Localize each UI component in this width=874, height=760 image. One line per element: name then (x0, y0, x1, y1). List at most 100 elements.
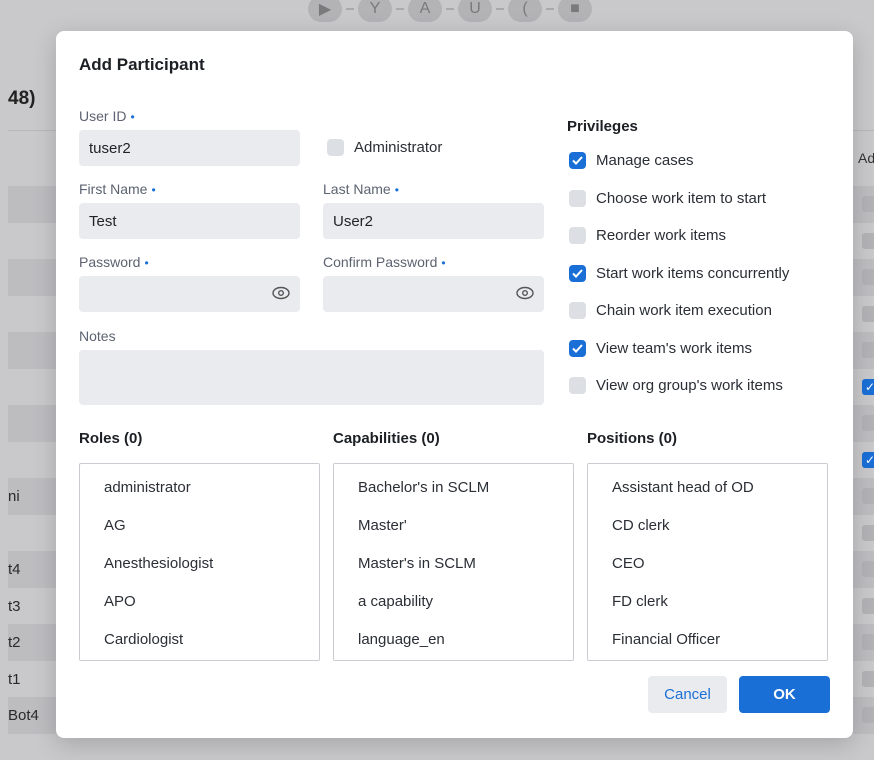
toolbar-connector (396, 8, 404, 10)
list-item[interactable]: language_en (334, 621, 573, 659)
required-marker: • (441, 256, 446, 270)
admin-checkbox (862, 196, 874, 212)
row-name: t4 (8, 561, 21, 578)
admin-checkbox (862, 305, 874, 322)
atomic-icon: A (408, 0, 442, 22)
capabilities-list[interactable]: Bachelor's in SCLM Master' Master's in SCL… (333, 463, 574, 661)
row-name: t1 (8, 670, 21, 688)
dialog-title: Add Participant (79, 55, 205, 74)
show-confirm-password-eye-icon[interactable] (516, 286, 534, 300)
participants-count: 48) (8, 88, 36, 109)
stop-icon: ■ (558, 0, 592, 22)
loop-icon: ( (508, 0, 542, 22)
first-name-field[interactable]: Test (79, 203, 300, 239)
admin-checkbox (862, 597, 874, 614)
composite-icon: U (458, 0, 492, 22)
required-marker: • (394, 183, 399, 197)
privilege-label: View team's work items (596, 339, 752, 357)
checkbox-box[interactable] (327, 139, 344, 156)
roles-list[interactable]: administrator AG Anesthesiologist APO Cardio… (79, 463, 320, 661)
roles-title: Roles (0) (79, 430, 143, 447)
list-item[interactable]: FD clerk (588, 583, 827, 621)
list-item[interactable]: APO (80, 583, 319, 621)
admin-checkbox (862, 707, 874, 723)
positions-list[interactable]: Assistant head of OD CD clerk CEO FD clerk F… (587, 463, 828, 661)
ok-button[interactable]: OK (739, 676, 830, 713)
toolbar-connector (446, 8, 454, 10)
notes-field[interactable] (79, 350, 544, 405)
fork-icon: Y (358, 0, 392, 22)
administrator-checkbox[interactable]: Administrator (327, 139, 442, 156)
list-item[interactable]: AG (80, 507, 319, 545)
row-name: ni (8, 488, 20, 505)
confirm-password-label: Confirm Password • (323, 254, 446, 270)
administrator-label: Administrator (354, 139, 443, 156)
play-icon: ▶ (308, 0, 342, 22)
user-id-field[interactable]: tuser2 (79, 130, 300, 166)
add-participant-dialog: Add Participant User ID • tuser2 Administ… (56, 31, 853, 738)
user-id-label: User ID • (79, 108, 135, 124)
privilege-checkbox[interactable]: Choose work item to start (569, 189, 767, 207)
admin-checkbox (862, 488, 874, 504)
admin-checkbox (862, 415, 874, 431)
required-marker: • (151, 183, 156, 197)
confirm-password-field[interactable] (323, 276, 544, 312)
list-item[interactable]: Cardiologist (80, 621, 319, 659)
checkbox-box[interactable] (569, 189, 586, 207)
list-item[interactable]: administrator (80, 469, 319, 507)
required-marker: • (144, 256, 149, 270)
list-item[interactable]: a capability (334, 583, 573, 621)
admin-checkbox (862, 561, 874, 577)
admin-checkbox (862, 232, 874, 249)
list-item[interactable]: Master' (334, 507, 573, 545)
admin-column-header: Adr (858, 150, 874, 166)
privilege-checkbox[interactable]: View team's work items (569, 339, 752, 357)
checkbox-box[interactable] (569, 339, 586, 357)
cancel-button[interactable]: Cancel (648, 676, 727, 713)
admin-checkbox (862, 342, 874, 358)
admin-checkbox (862, 524, 874, 541)
admin-checkbox (862, 670, 874, 687)
checkbox-box[interactable] (569, 227, 586, 244)
capabilities-title: Capabilities (0) (333, 430, 440, 447)
privilege-label: Reorder work items (596, 227, 727, 244)
show-password-eye-icon[interactable] (272, 286, 290, 300)
privilege-checkbox[interactable]: Manage cases (569, 152, 694, 169)
last-name-field[interactable]: User2 (323, 203, 544, 239)
user-id-value: tuser2 (89, 139, 131, 157)
checkbox-box[interactable] (569, 264, 586, 282)
privilege-checkbox[interactable]: Chain work item execution (569, 302, 772, 319)
privileges-title: Privileges (567, 118, 638, 135)
privilege-checkbox[interactable]: View org group's work items (569, 377, 783, 394)
row-name: Bot4 (8, 707, 39, 724)
privilege-label: Chain work item execution (596, 302, 772, 319)
admin-checkbox (862, 634, 874, 650)
list-item[interactable]: Assistant head of OD (588, 469, 827, 507)
list-item[interactable]: CEO (588, 545, 827, 583)
first-name-value: Test (89, 212, 117, 230)
password-field[interactable] (79, 276, 300, 312)
privilege-label: Start work items concurrently (596, 264, 790, 282)
privilege-checkbox[interactable]: Start work items concurrently (569, 264, 790, 282)
row-name: t3 (8, 597, 21, 615)
privilege-label: Choose work item to start (596, 189, 767, 207)
row-name: t2 (8, 634, 21, 651)
last-name-value: User2 (333, 212, 374, 230)
last-name-label: Last Name • (323, 181, 399, 197)
checkbox-box[interactable] (569, 302, 586, 319)
privilege-label: Manage cases (596, 152, 694, 169)
admin-checkbox (862, 269, 874, 285)
required-marker: • (130, 110, 135, 124)
list-item[interactable]: Anesthesiologist (80, 545, 319, 583)
list-item[interactable]: Master's in SCLM (334, 545, 573, 583)
toolbar-connector (346, 8, 354, 10)
toolbar-connector (546, 8, 554, 10)
list-item[interactable]: CD clerk (588, 507, 827, 545)
privilege-label: View org group's work items (596, 377, 783, 394)
positions-title: Positions (0) (587, 430, 678, 447)
checkbox-box[interactable] (569, 377, 586, 394)
privilege-checkbox[interactable]: Reorder work items (569, 227, 726, 244)
list-item[interactable]: Bachelor's in SCLM (334, 469, 573, 507)
checkbox-box[interactable] (569, 152, 586, 169)
list-item[interactable]: Financial Officer (588, 621, 827, 659)
